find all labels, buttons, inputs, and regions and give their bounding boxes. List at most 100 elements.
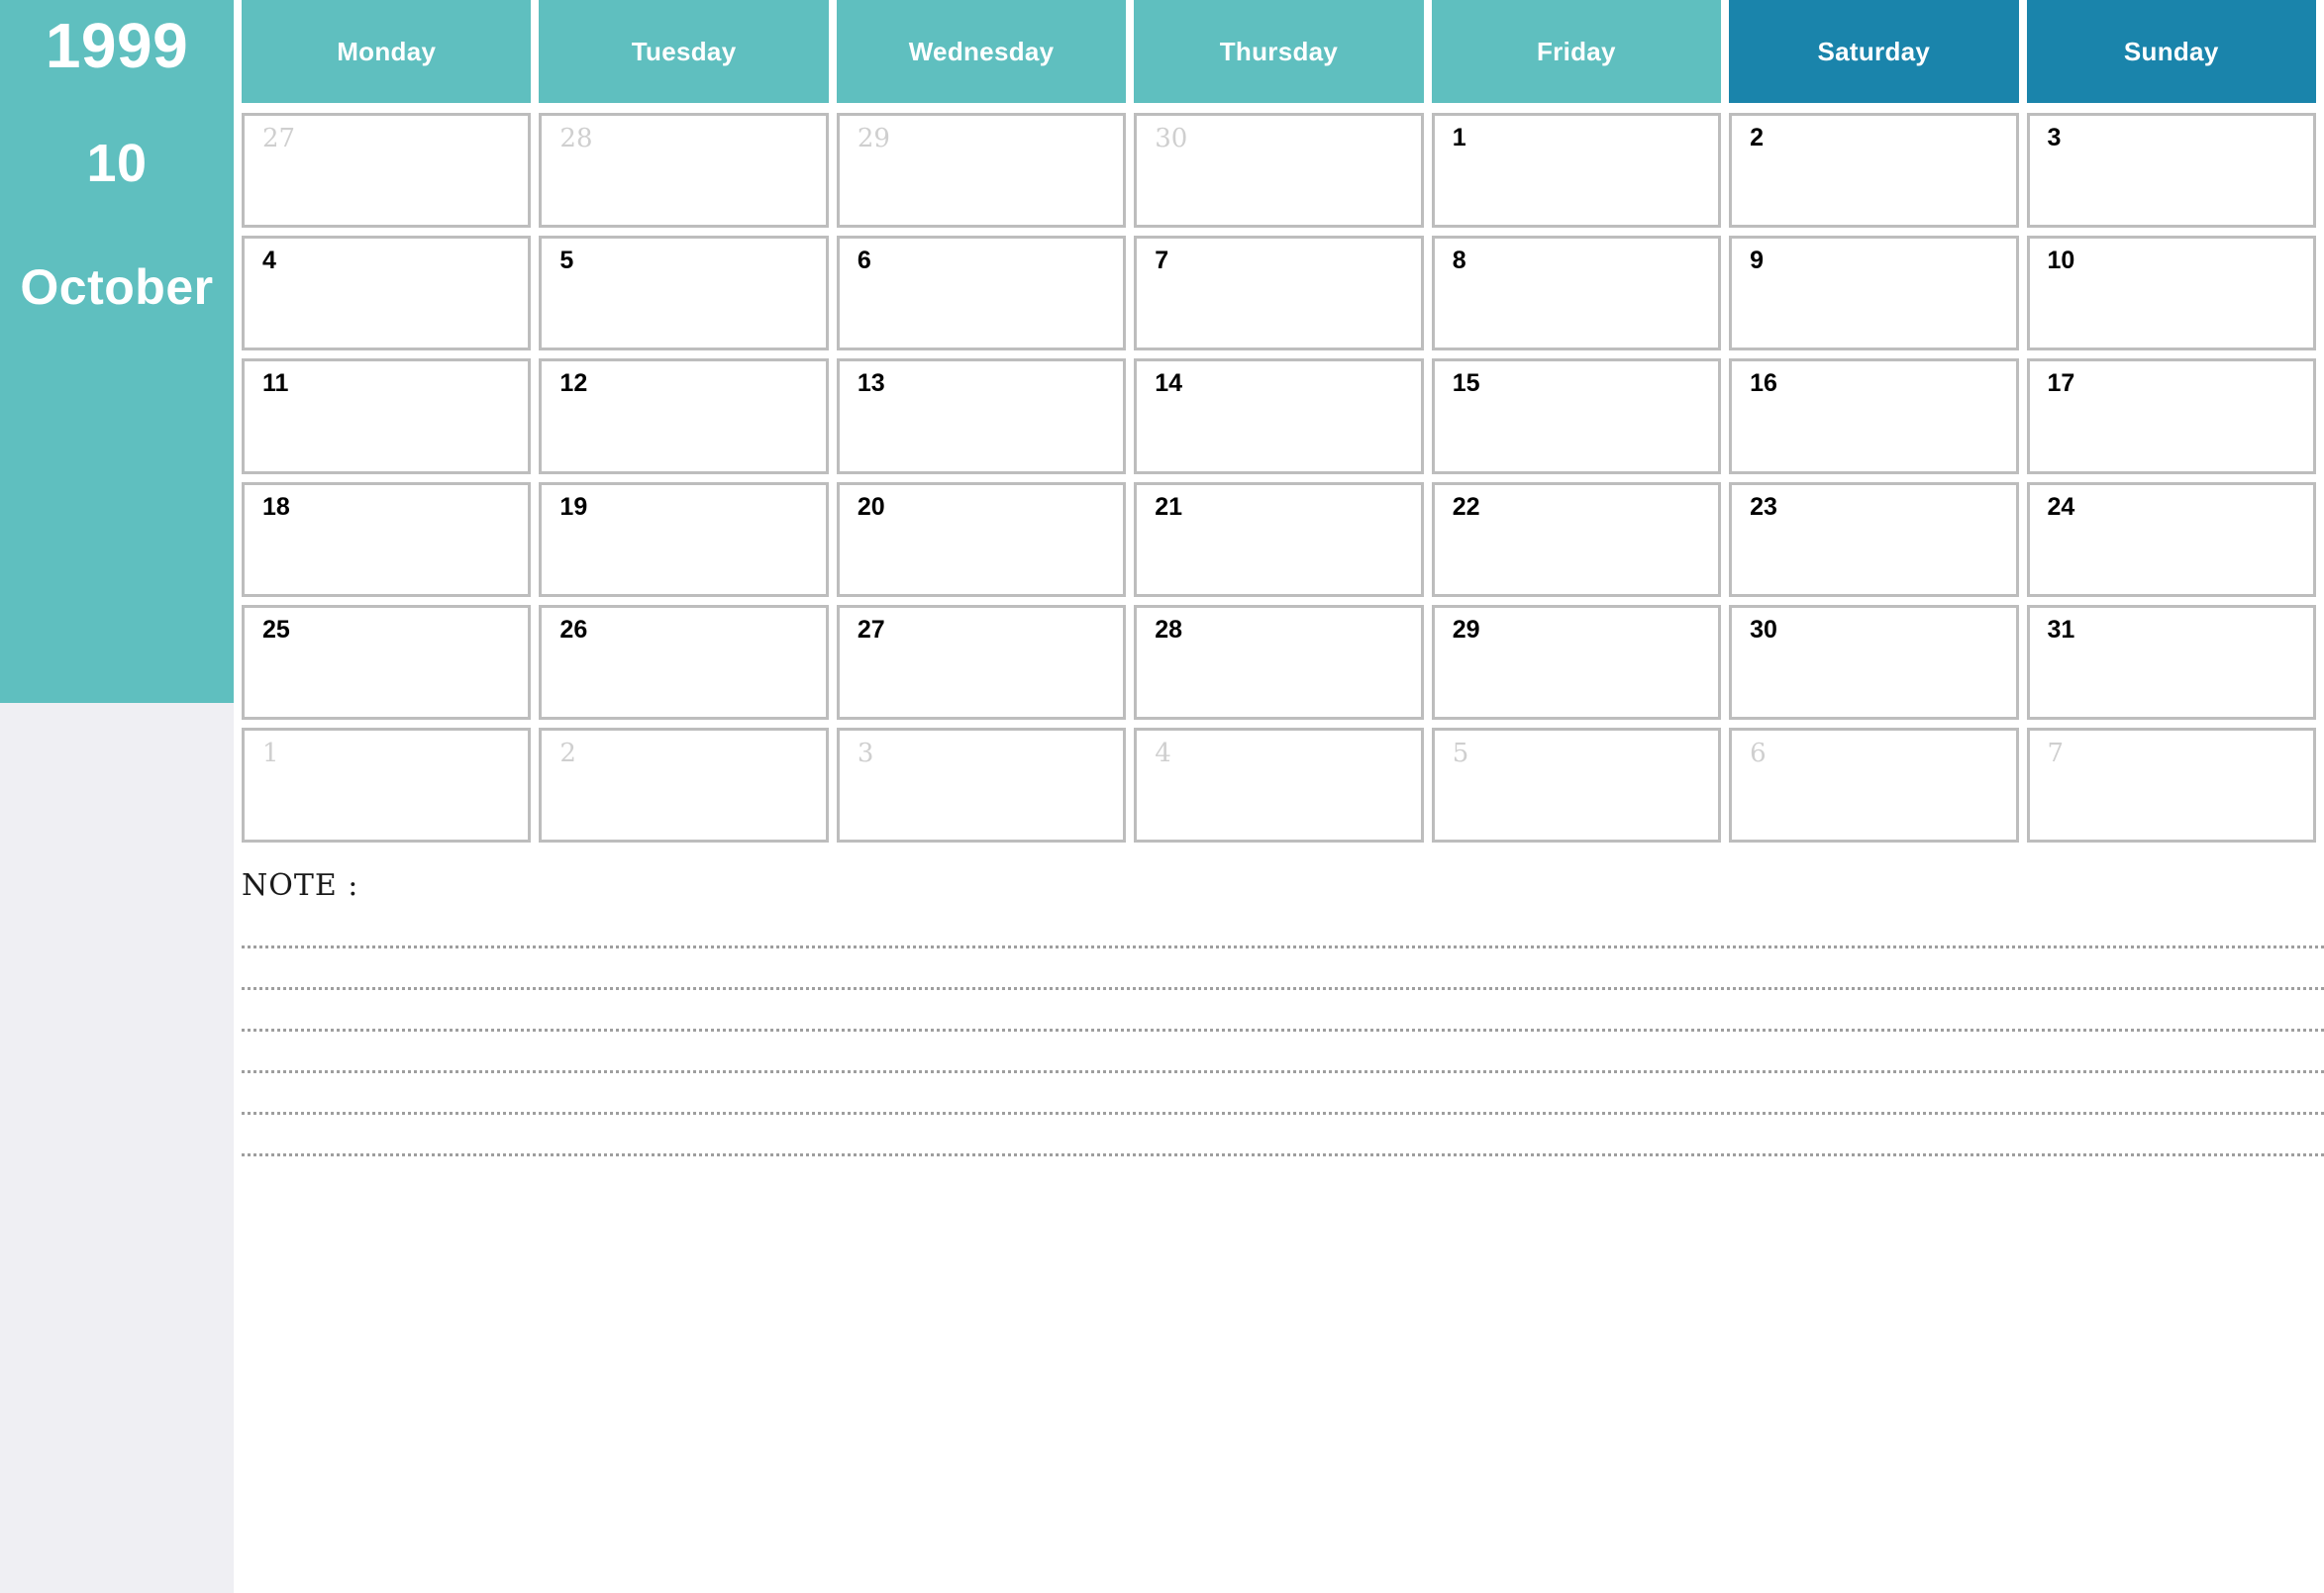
- date-number: 24: [2047, 492, 2075, 521]
- weekday-header-monday[interactable]: Monday: [242, 0, 532, 103]
- date-number: 6: [1750, 738, 1767, 768]
- date-number: 25: [262, 615, 290, 644]
- weekday-header-friday[interactable]: Friday: [1431, 0, 1722, 103]
- date-cell[interactable]: 24: [2026, 481, 2316, 597]
- date-number: 3: [857, 738, 874, 768]
- note-write-line[interactable]: [242, 990, 2324, 1032]
- date-cell[interactable]: 9: [1729, 236, 2019, 351]
- date-number: 8: [1452, 247, 1466, 275]
- date-cell[interactable]: 30: [1729, 604, 2019, 720]
- date-number: 20: [857, 492, 885, 521]
- note-write-line[interactable]: [242, 907, 2324, 948]
- date-number: 14: [1155, 369, 1183, 398]
- date-cell[interactable]: 18: [242, 481, 532, 597]
- note-section: NOTE :: [234, 871, 2324, 1593]
- date-cell[interactable]: 3: [2026, 113, 2316, 229]
- date-cell[interactable]: 8: [1431, 236, 1722, 351]
- calendar-week-row: 27 28 29 30 1 2 3: [234, 109, 2324, 232]
- date-number: 7: [1155, 247, 1169, 275]
- date-number: 6: [857, 247, 871, 275]
- date-cell[interactable]: 16: [1729, 358, 2019, 474]
- weekday-header-sunday[interactable]: Sunday: [2026, 0, 2316, 103]
- date-cell[interactable]: 15: [1431, 358, 1722, 474]
- date-cell-adjacent-month[interactable]: 5: [1431, 727, 1722, 844]
- date-cell[interactable]: 6: [836, 236, 1127, 351]
- date-number: 4: [262, 247, 276, 275]
- date-number: 10: [2047, 247, 2075, 275]
- date-cell[interactable]: 21: [1134, 481, 1424, 597]
- date-number: 29: [857, 124, 890, 153]
- date-cell[interactable]: 27: [836, 604, 1127, 720]
- date-cell[interactable]: 10: [2026, 236, 2316, 351]
- date-cell[interactable]: 13: [836, 358, 1127, 474]
- date-cell[interactable]: 14: [1134, 358, 1424, 474]
- date-cell[interactable]: 23: [1729, 481, 2019, 597]
- date-cell-adjacent-month[interactable]: 1: [242, 727, 532, 844]
- calendar-main: Monday Tuesday Wednesday Thursday Friday Satu…: [234, 0, 2324, 1593]
- note-write-line[interactable]: [242, 1032, 2324, 1073]
- date-number: 27: [857, 615, 885, 644]
- date-number: 4: [1155, 738, 1171, 768]
- date-number: 3: [2047, 124, 2062, 151]
- date-cell[interactable]: 7: [1134, 236, 1424, 351]
- date-number: 30: [1155, 124, 1188, 153]
- sidebar-month-number: 10: [86, 134, 148, 193]
- date-cell[interactable]: 20: [836, 481, 1127, 597]
- date-cell-adjacent-month[interactable]: 30: [1134, 113, 1424, 229]
- weekday-header-tuesday[interactable]: Tuesday: [539, 0, 829, 103]
- date-cell[interactable]: 5: [539, 236, 829, 351]
- calendar-page: 1999 10 October Monday Tuesday Wednesday Th…: [0, 0, 2324, 1593]
- date-cell[interactable]: 2: [1729, 113, 2019, 229]
- date-number: 30: [1750, 615, 1777, 644]
- date-cell[interactable]: 29: [1431, 604, 1722, 720]
- calendar-week-row: 18 19 20 21 22 23 24: [234, 478, 2324, 601]
- date-cell[interactable]: 17: [2026, 358, 2316, 474]
- date-cell[interactable]: 1: [1431, 113, 1722, 229]
- date-number: 2: [1750, 124, 1765, 151]
- date-cell-adjacent-month[interactable]: 3: [836, 727, 1127, 844]
- weekday-header-thursday[interactable]: Thursday: [1134, 0, 1424, 103]
- date-number: 12: [559, 369, 588, 398]
- weekday-header-saturday[interactable]: Saturday: [1729, 0, 2019, 103]
- note-write-line[interactable]: [242, 948, 2324, 990]
- date-number: 16: [1750, 369, 1777, 398]
- sidebar: 1999 10 October: [0, 0, 234, 1593]
- sidebar-month-name: October: [20, 259, 214, 315]
- weekday-header-wednesday[interactable]: Wednesday: [836, 0, 1127, 103]
- date-number: 1: [262, 738, 279, 768]
- date-cell-adjacent-month[interactable]: 4: [1134, 727, 1424, 844]
- date-cell[interactable]: 4: [242, 236, 532, 351]
- date-number: 5: [1452, 738, 1469, 768]
- date-cell-adjacent-month[interactable]: 27: [242, 113, 532, 229]
- note-write-line[interactable]: [242, 1115, 2324, 1156]
- date-cell[interactable]: 28: [1134, 604, 1424, 720]
- date-cell[interactable]: 26: [539, 604, 829, 720]
- date-cell-adjacent-month[interactable]: 29: [836, 113, 1127, 229]
- date-cell[interactable]: 11: [242, 358, 532, 474]
- date-cell-adjacent-month[interactable]: 28: [539, 113, 829, 229]
- date-number: 28: [1155, 615, 1183, 644]
- date-cell[interactable]: 25: [242, 604, 532, 720]
- date-cell[interactable]: 31: [2026, 604, 2316, 720]
- date-number: 18: [262, 492, 290, 521]
- date-number: 23: [1750, 492, 1777, 521]
- date-number: 2: [559, 738, 576, 768]
- date-cell[interactable]: 19: [539, 481, 829, 597]
- note-write-line[interactable]: [242, 1073, 2324, 1115]
- date-cell-adjacent-month[interactable]: 7: [2026, 727, 2316, 844]
- date-number: 11: [262, 369, 289, 398]
- date-cell-adjacent-month[interactable]: 6: [1729, 727, 2019, 844]
- date-cell[interactable]: 22: [1431, 481, 1722, 597]
- date-number: 21: [1155, 492, 1183, 521]
- date-number: 9: [1750, 247, 1765, 275]
- date-cell-adjacent-month[interactable]: 2: [539, 727, 829, 844]
- date-number: 28: [559, 124, 593, 153]
- weekday-header-row: Monday Tuesday Wednesday Thursday Friday Satu…: [234, 0, 2324, 103]
- date-number: 22: [1452, 492, 1480, 521]
- calendar-week-row: 11 12 13 14 15 16 17: [234, 354, 2324, 477]
- note-label: NOTE :: [242, 868, 359, 903]
- date-number: 27: [262, 124, 296, 153]
- calendar-week-row: 25 26 27 28 29 30 31: [234, 601, 2324, 724]
- date-cell[interactable]: 12: [539, 358, 829, 474]
- date-grid: 27 28 29 30 1 2 3 4 5 6 7 8 9 10 11 12 13 14 15 16 17 18 19 20 2…: [234, 109, 2324, 846]
